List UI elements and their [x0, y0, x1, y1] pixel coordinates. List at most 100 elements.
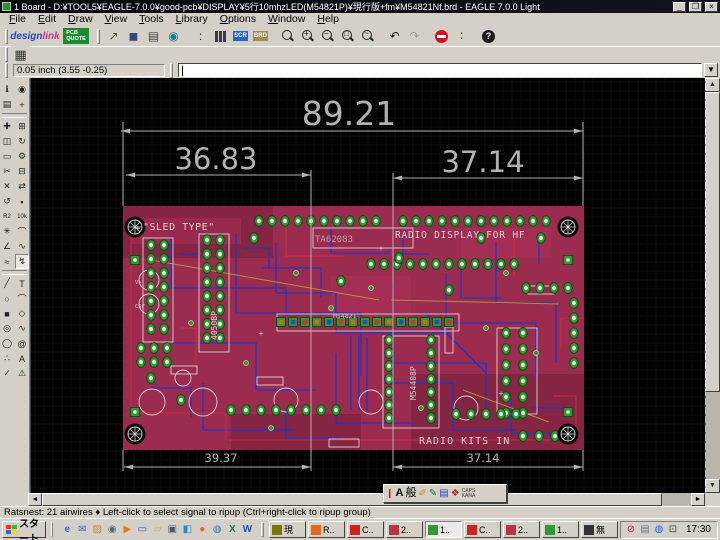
task-button-2[interactable]: R..: [308, 521, 345, 538]
task-button-4[interactable]: 2..: [386, 521, 423, 538]
menu-tools[interactable]: Tools: [133, 13, 170, 26]
tool-smash[interactable]: ✳: [0, 224, 14, 239]
menu-edit[interactable]: Edit: [32, 13, 62, 26]
open-board-icon[interactable]: ↗: [104, 28, 123, 45]
quicklaunch-mail-icon[interactable]: ✉: [75, 523, 89, 537]
tool-route[interactable]: ≈: [0, 254, 14, 269]
scroll-left-button[interactable]: ◄: [28, 493, 42, 506]
library-icon[interactable]: [211, 28, 230, 45]
horizontal-scroll-thumb[interactable]: [42, 493, 662, 506]
task-button-9[interactable]: 無: [581, 521, 618, 538]
pcb-quote-button[interactable]: PCBQUOTE: [59, 28, 93, 45]
coordbar-grip-2[interactable]: [170, 63, 173, 78]
menu-help[interactable]: Help: [311, 13, 345, 26]
horizontal-scrollbar[interactable]: ◄ ►: [0, 493, 720, 506]
tool-change[interactable]: ⚙: [15, 149, 29, 164]
coordbar-grip[interactable]: [5, 63, 8, 78]
designlink-button[interactable]: designlink: [12, 28, 58, 45]
tray-messenger-icon[interactable]: ◍: [653, 524, 665, 536]
taskbar-grip-2[interactable]: [261, 522, 264, 537]
tool-name[interactable]: R2: [0, 209, 14, 224]
tool-lock[interactable]: ▪: [15, 194, 29, 209]
quicklaunch-media-player-icon[interactable]: ▶: [120, 523, 134, 537]
zoom-select-icon[interactable]: □: [338, 28, 357, 45]
tool-errors[interactable]: ⚠: [15, 366, 29, 381]
tool-copy[interactable]: ⊞: [15, 119, 29, 134]
zoom-in-icon[interactable]: +: [298, 28, 317, 45]
tool-mark[interactable]: +: [15, 97, 29, 112]
quicklaunch-display-icon[interactable]: ◧: [180, 523, 194, 537]
tool-auto[interactable]: A: [15, 351, 29, 366]
grid-button[interactable]: ▦: [11, 46, 30, 63]
quicklaunch-excel-icon[interactable]: X: [225, 523, 239, 537]
vertical-scrollbar[interactable]: ▲ ▼: [705, 78, 720, 493]
ime-tool-icon-1[interactable]: ✐: [419, 489, 427, 499]
ime-language-bar[interactable]: ❙ A 般 ✐✎▤❖ CAPSKANA: [383, 484, 507, 503]
quicklaunch-firefox-icon[interactable]: ●: [195, 523, 209, 537]
command-dropdown-button[interactable]: ▼: [704, 63, 718, 77]
tool-pinswap[interactable]: ⇄: [15, 179, 29, 194]
task-button-3[interactable]: C..: [347, 521, 384, 538]
tool-move[interactable]: ✚: [0, 119, 14, 134]
tool-drc[interactable]: ✓: [0, 366, 14, 381]
tool-value[interactable]: 10k: [15, 209, 29, 224]
tool-replace[interactable]: ↺: [0, 194, 14, 209]
tool-ripup[interactable]: ↯: [15, 254, 29, 269]
script-scr-icon[interactable]: SCR: [231, 28, 250, 45]
quicklaunch-viewer-icon[interactable]: ◉: [105, 523, 119, 537]
task-button-7[interactable]: 2..: [503, 521, 540, 538]
stop-icon[interactable]: [432, 28, 451, 45]
menu-file[interactable]: File: [3, 13, 32, 26]
quicklaunch-folder-icon[interactable]: ▱: [150, 523, 164, 537]
menu-window[interactable]: Window: [262, 13, 311, 26]
taskbar-grip[interactable]: [51, 522, 54, 537]
tool-optimize[interactable]: ∿: [15, 239, 29, 254]
title-bar[interactable]: 1 Board - D:¥TOOL5¥EAGLE-7.0.0¥good-pcb¥…: [0, 0, 720, 13]
tool-signal[interactable]: ∿: [15, 321, 29, 336]
toolbar-grip-2[interactable]: [97, 29, 100, 44]
quicklaunch-word-icon[interactable]: W: [240, 523, 254, 537]
toolbar-grip[interactable]: [5, 29, 8, 44]
task-button-6[interactable]: C..: [464, 521, 501, 538]
menu-view[interactable]: View: [99, 13, 134, 26]
tool-polygon[interactable]: ◇: [15, 306, 29, 321]
tool-rotate[interactable]: ↻: [15, 134, 29, 149]
help-icon[interactable]: ?: [479, 28, 498, 45]
task-button-5[interactable]: 1..: [425, 521, 462, 538]
cam-processor-icon[interactable]: ◉: [164, 28, 183, 45]
redo-icon[interactable]: ↷: [405, 28, 424, 45]
quicklaunch-globe-icon[interactable]: ◍: [210, 523, 224, 537]
tool-cut[interactable]: ✂: [0, 164, 14, 179]
vertical-scroll-thumb[interactable]: [705, 92, 720, 392]
tool-show[interactable]: ◉: [15, 82, 29, 97]
tool-delete[interactable]: ✕: [0, 179, 14, 194]
quicklaunch-computer-icon[interactable]: ▣: [165, 523, 179, 537]
tool-attribute[interactable]: @: [15, 336, 29, 351]
tray-ime-icon[interactable]: ⊡: [667, 524, 679, 536]
quicklaunch-paint-icon[interactable]: ▨: [90, 523, 104, 537]
tool-group[interactable]: ▭: [0, 149, 14, 164]
tool-rect[interactable]: ■: [0, 306, 14, 321]
ime-pen-icon[interactable]: ❙: [386, 489, 394, 498]
tray-block-icon[interactable]: ⊘: [625, 524, 637, 536]
pcb-canvas[interactable]: +"SLED TYPE"TA62083RADIO DISPLAY FOR HFR…: [30, 78, 705, 493]
tool-text[interactable]: T: [15, 276, 29, 291]
menu-draw[interactable]: Draw: [62, 13, 99, 26]
task-button-8[interactable]: 1..: [542, 521, 579, 538]
ime-tool-icon-2[interactable]: ✎: [429, 489, 437, 499]
quicklaunch-ie-icon[interactable]: e: [60, 523, 74, 537]
minimize-button[interactable]: _: [673, 2, 686, 12]
tool-display[interactable]: ▤: [0, 97, 14, 112]
tool-miter[interactable]: ⌒: [15, 224, 29, 239]
tool-wire[interactable]: ╱: [0, 276, 14, 291]
quicklaunch-window-icon[interactable]: ▭: [135, 523, 149, 537]
ime-conversion-mode[interactable]: 般: [406, 488, 417, 499]
restore-button[interactable]: ❐: [689, 2, 702, 12]
tool-via[interactable]: ◎: [0, 321, 14, 336]
board-brd-icon[interactable]: BRD: [251, 28, 270, 45]
tool-arc[interactable]: ⌒: [15, 291, 29, 306]
tool-ratsnest[interactable]: ∴: [0, 351, 14, 366]
start-button[interactable]: スタート: [2, 521, 46, 538]
command-line-input[interactable]: [178, 63, 702, 77]
undo-icon[interactable]: ↶: [385, 28, 404, 45]
